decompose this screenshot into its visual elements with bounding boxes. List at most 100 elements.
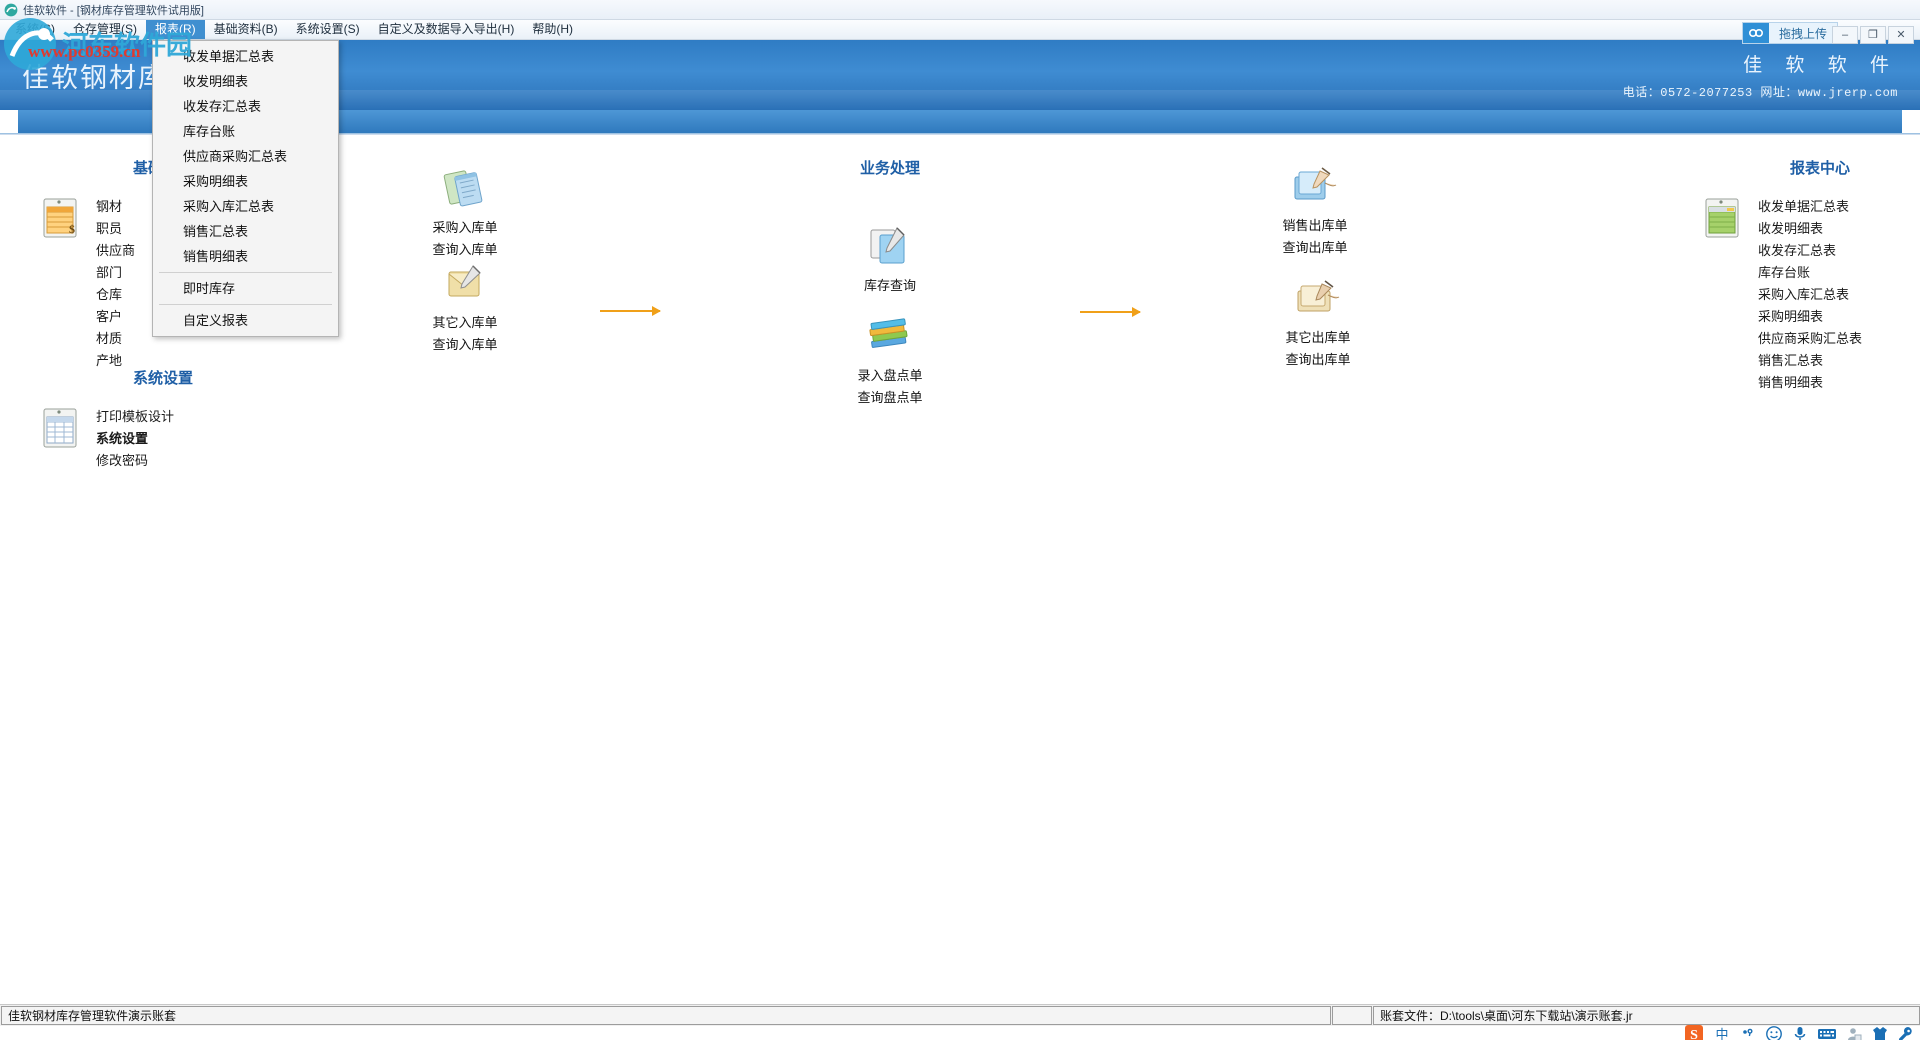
dd-receipt-summary[interactable]: 收发单据汇总表 — [153, 44, 338, 69]
entry-purchase-inbound[interactable]: 采购入库单 查询入库单 — [410, 165, 520, 261]
minimize-button[interactable]: – — [1832, 26, 1858, 44]
app-icon — [4, 3, 18, 17]
drag-upload-label: 拖拽上传 — [1778, 26, 1827, 41]
report-link-receipt-detail[interactable]: 收发明细表 — [1758, 218, 1920, 240]
dd-purchase-in-summary[interactable]: 采购入库汇总表 — [153, 194, 338, 219]
label-query-inbound-2[interactable]: 查询入库单 — [410, 334, 520, 356]
label-query-outbound-1[interactable]: 查询出库单 — [1255, 237, 1375, 259]
svg-text:$: $ — [69, 222, 75, 236]
dd-separator-1 — [159, 272, 332, 273]
entry-other-inbound[interactable]: 其它入库单 查询入库单 — [410, 260, 520, 356]
report-link-purchase-in-summary[interactable]: 采购入库汇总表 — [1758, 284, 1920, 306]
label-query-inbound-1[interactable]: 查询入库单 — [410, 239, 520, 261]
menu-help[interactable]: 帮助(H) — [523, 20, 582, 39]
business-title: 业务处理 — [859, 160, 920, 177]
emoji-icon[interactable] — [1765, 1025, 1783, 1040]
brand-block: 佳 软 软 件 电话：0572-2077253 网址：www.jrerp.com — [1623, 50, 1898, 100]
punctuation-icon[interactable] — [1740, 1026, 1756, 1040]
report-link-sales-detail[interactable]: 销售明细表 — [1758, 372, 1920, 394]
svg-text:S: S — [1690, 1028, 1698, 1040]
stock-query-icon — [864, 223, 916, 269]
dd-supplier-purchase-summary[interactable]: 供应商采购汇总表 — [153, 144, 338, 169]
cloud-link-icon — [1742, 23, 1769, 43]
dd-purchase-detail[interactable]: 采购明细表 — [153, 169, 338, 194]
drag-upload-button[interactable]: 拖拽上传 — [1741, 22, 1838, 44]
menu-report[interactable]: 报表(R) — [146, 20, 205, 39]
window-title: 佳软软件 - [钢材库存管理软件试用版] — [23, 4, 204, 17]
report-link-receipt-summary[interactable]: 收发单据汇总表 — [1758, 196, 1920, 218]
system-settings-title: 系统设置 — [132, 370, 193, 387]
statusbar: 佳软钢材库存管理软件演示账套 账套文件：D:\tools\桌面\河东下载站\演示… — [0, 1004, 1920, 1026]
skin-icon[interactable] — [1871, 1026, 1889, 1040]
chinese-input-icon[interactable]: 中 — [1713, 1025, 1731, 1040]
brand-contact: 电话：0572-2077253 网址：www.jrerp.com — [1622, 86, 1898, 100]
entry-stock-query[interactable]: 库存查询 — [825, 223, 955, 297]
menubar: 系统(S) 仓存管理(S) 报表(R) 基础资料(B) 系统设置(S) 自定义及… — [0, 20, 1920, 40]
report-center-icon — [1700, 196, 1744, 240]
dd-realtime-stock[interactable]: 即时库存 — [153, 276, 338, 301]
sales-out-icon — [1289, 163, 1341, 209]
purchase-in-icon — [439, 165, 491, 211]
column-system-settings: 系统设置 打印模板设计 系统设置 修改密码 — [38, 367, 268, 472]
microphone-icon[interactable] — [1792, 1025, 1808, 1040]
window-titlebar: 佳软软件 - [钢材库存管理软件试用版] — [0, 0, 1920, 20]
report-link-supplier-purchase-summary[interactable]: 供应商采购汇总表 — [1758, 328, 1920, 350]
label-other-inbound[interactable]: 其它入库单 — [410, 312, 520, 334]
system-settings-links: 打印模板设计 系统设置 修改密码 — [96, 406, 268, 472]
tools-icon[interactable] — [1898, 1026, 1914, 1040]
label-stock-query[interactable]: 库存查询 — [825, 275, 955, 297]
column-report-center: 报表中心 收发单据汇总表 收发明细表 收发存汇总表 库存台账 采购入库汇总表 采… — [1700, 157, 1920, 394]
system-settings-icon — [38, 406, 82, 450]
menu-system[interactable]: 系统(S) — [6, 20, 64, 39]
menu-basic-data[interactable]: 基础资料(B) — [205, 20, 287, 39]
menu-system-settings[interactable]: 系统设置(S) — [287, 20, 369, 39]
svg-text:中: 中 — [1715, 1027, 1728, 1040]
basic-data-icon: $ — [38, 196, 82, 240]
report-dropdown-menu[interactable]: 收发单据汇总表 收发明细表 收发存汇总表 库存台账 供应商采购汇总表 采购明细表… — [152, 40, 339, 337]
report-center-title: 报表中心 — [1789, 160, 1850, 177]
user-icon[interactable] — [1846, 1026, 1862, 1040]
system-tray: S 中 — [1684, 1020, 1914, 1040]
menu-warehouse[interactable]: 仓存管理(S) — [64, 20, 146, 39]
label-other-outbound[interactable]: 其它出库单 — [1258, 327, 1378, 349]
maximize-button[interactable]: ❐ — [1860, 26, 1886, 44]
keyboard-icon[interactable] — [1817, 1027, 1837, 1040]
label-sales-outbound[interactable]: 销售出库单 — [1255, 215, 1375, 237]
close-button[interactable]: ✕ — [1888, 26, 1914, 44]
label-enter-stocktake[interactable]: 录入盘点单 — [825, 365, 955, 387]
window-controls: – ❐ ✕ — [1832, 26, 1914, 44]
report-link-purchase-detail[interactable]: 采购明细表 — [1758, 306, 1920, 328]
status-account-set: 佳软钢材库存管理软件演示账套 — [1, 1006, 1331, 1025]
column-business: 业务处理 — [800, 157, 980, 178]
dd-inout-stock-summary[interactable]: 收发存汇总表 — [153, 94, 338, 119]
dd-separator-2 — [159, 304, 332, 305]
report-link-inout-stock-summary[interactable]: 收发存汇总表 — [1758, 240, 1920, 262]
dd-sales-summary[interactable]: 销售汇总表 — [153, 219, 338, 244]
substrip-right-cap — [1902, 110, 1920, 133]
entry-stocktake[interactable]: 录入盘点单 查询盘点单 — [825, 313, 955, 409]
label-query-stocktake[interactable]: 查询盘点单 — [825, 387, 955, 409]
report-center-links: 收发单据汇总表 收发明细表 收发存汇总表 库存台账 采购入库汇总表 采购明细表 … — [1758, 196, 1920, 394]
entry-other-outbound[interactable]: 其它出库单 查询出库单 — [1258, 275, 1378, 371]
report-link-sales-summary[interactable]: 销售汇总表 — [1758, 350, 1920, 372]
dd-receipt-detail[interactable]: 收发明细表 — [153, 69, 338, 94]
brand-name: 佳 软 软 件 — [1743, 55, 1898, 76]
entry-sales-outbound[interactable]: 销售出库单 查询出库单 — [1255, 163, 1375, 259]
menu-custom-import-export[interactable]: 自定义及数据导入导出(H) — [369, 20, 524, 39]
stocktake-icon — [864, 313, 916, 359]
flow-arrow-1 — [600, 306, 661, 316]
substrip-left-cap — [0, 110, 18, 133]
dd-sales-detail[interactable]: 销售明细表 — [153, 244, 338, 269]
dd-stock-ledger[interactable]: 库存台账 — [153, 119, 338, 144]
dd-custom-report[interactable]: 自定义报表 — [153, 308, 338, 333]
link-print-template[interactable]: 打印模板设计 — [96, 406, 268, 428]
link-change-password[interactable]: 修改密码 — [96, 450, 268, 472]
other-out-icon — [1292, 275, 1344, 321]
sogou-icon[interactable]: S — [1684, 1024, 1704, 1040]
other-in-icon — [439, 260, 491, 306]
taskbar: S 中 — [0, 1025, 1920, 1040]
link-system-settings[interactable]: 系统设置 — [96, 428, 268, 450]
report-link-stock-ledger[interactable]: 库存台账 — [1758, 262, 1920, 284]
label-query-outbound-2[interactable]: 查询出库单 — [1258, 349, 1378, 371]
label-purchase-inbound[interactable]: 采购入库单 — [410, 217, 520, 239]
